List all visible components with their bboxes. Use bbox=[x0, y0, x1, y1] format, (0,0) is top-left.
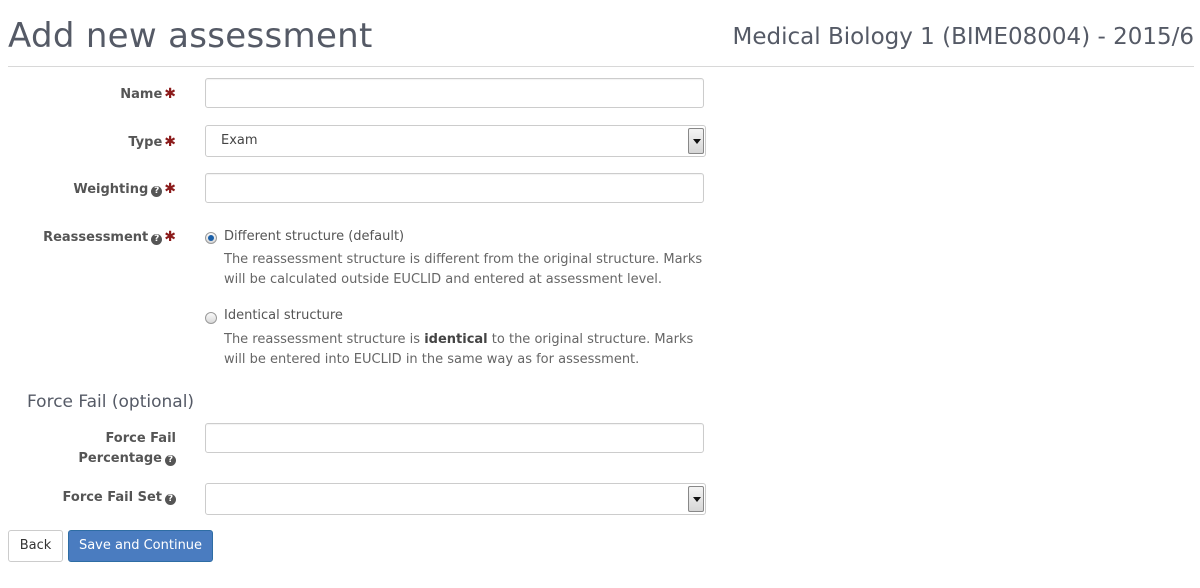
help-icon[interactable]: ? bbox=[165, 455, 176, 466]
type-selected-value: Exam bbox=[221, 133, 258, 148]
help-icon[interactable]: ? bbox=[151, 234, 163, 245]
required-icon: ✱ bbox=[164, 229, 176, 245]
chevron-down-icon[interactable] bbox=[688, 486, 704, 512]
force-fail-set-label: Force Fail Set? bbox=[0, 488, 176, 508]
required-icon: ✱ bbox=[164, 86, 176, 102]
radio-identical-structure-label[interactable]: Identical structure bbox=[224, 307, 343, 325]
course-title: Medical Biology 1 (BIME08004) - 2015/6 bbox=[732, 24, 1194, 50]
force-fail-percentage-input[interactable] bbox=[205, 423, 704, 453]
name-label: Name ✱ bbox=[120, 86, 176, 102]
weighting-input[interactable] bbox=[205, 173, 704, 203]
radio-different-structure[interactable] bbox=[205, 232, 217, 244]
required-icon: ✱ bbox=[164, 134, 176, 150]
radio-different-structure-label[interactable]: Different structure (default) bbox=[224, 228, 404, 246]
chevron-down-icon[interactable] bbox=[688, 128, 704, 154]
force-fail-percentage-label: Force Fail Percentage? bbox=[78, 431, 176, 466]
force-fail-set-select[interactable] bbox=[205, 483, 706, 515]
type-select[interactable]: Exam bbox=[205, 125, 706, 157]
back-button[interactable]: Back bbox=[8, 530, 63, 562]
reassessment-label: Reassessment? ✱ bbox=[43, 229, 176, 245]
required-icon: ✱ bbox=[164, 181, 176, 197]
help-icon[interactable]: ? bbox=[165, 494, 176, 505]
different-structure-description: The reassessment structure is different … bbox=[224, 252, 703, 287]
page-title: Add new assessment bbox=[8, 16, 373, 56]
weighting-label: Weighting? ✱ bbox=[73, 181, 176, 197]
type-label: Type ✱ bbox=[128, 134, 176, 150]
name-input[interactable] bbox=[205, 78, 704, 108]
force-fail-section-title: Force Fail (optional) bbox=[27, 392, 195, 412]
radio-identical-structure[interactable] bbox=[205, 312, 217, 324]
identical-structure-description: The reassessment structure is identical … bbox=[224, 332, 694, 367]
page-header: Add new assessment Medical Biology 1 (BI… bbox=[8, 0, 1194, 67]
help-icon[interactable]: ? bbox=[151, 186, 163, 197]
save-and-continue-button[interactable]: Save and Continue bbox=[68, 530, 213, 562]
